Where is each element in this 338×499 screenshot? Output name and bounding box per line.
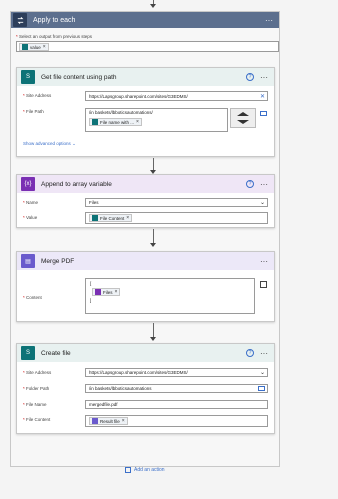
folder-path-field[interactable]: /in baskets/lbboticsautomations xyxy=(85,384,268,393)
content-field[interactable]: [ Files × ] xyxy=(85,278,255,314)
name-select[interactable]: Files ⌄ xyxy=(85,198,268,207)
container-title: Apply to each xyxy=(33,16,76,24)
top-connector-arrow xyxy=(149,0,157,8)
help-icon[interactable]: ? xyxy=(246,349,254,357)
select-output-label: * Select an output from previous steps xyxy=(16,34,93,39)
sharepoint-icon xyxy=(92,119,98,125)
connector-arrow xyxy=(149,229,157,247)
merge-pdf-icon xyxy=(92,418,98,424)
chevron-down-icon: ⌄ xyxy=(72,141,76,146)
remove-token-icon[interactable]: × xyxy=(122,418,125,424)
file-content-token[interactable]: File Content × xyxy=(89,214,133,222)
connector-arrow xyxy=(149,323,157,341)
variable-icon: {x} xyxy=(21,177,35,191)
variable-icon xyxy=(95,289,101,295)
loop-icon xyxy=(13,13,27,27)
value-field[interactable]: File Content × xyxy=(85,212,268,224)
site-address-label: * Site Address xyxy=(23,370,52,375)
remove-token-icon[interactable]: × xyxy=(43,44,46,50)
sharepoint-icon xyxy=(22,44,28,50)
show-advanced-options-link[interactable]: Show advanced options ⌄ xyxy=(23,141,76,147)
folder-icon[interactable] xyxy=(260,111,267,116)
more-options-icon[interactable]: ··· xyxy=(260,73,268,82)
help-icon[interactable]: ? xyxy=(246,180,254,188)
value-token[interactable]: value × xyxy=(19,43,49,51)
file-path-field[interactable]: /in baskets/lbboticsautomations/ File na… xyxy=(85,108,228,132)
merge-pdf-icon: ▤ xyxy=(21,254,35,268)
remove-token-icon[interactable]: × xyxy=(126,215,129,221)
add-action-icon xyxy=(125,467,131,473)
card-title: Get file content using path xyxy=(41,73,117,81)
remove-token-icon[interactable]: × xyxy=(115,289,118,295)
file-content-field[interactable]: Result file × xyxy=(85,415,268,427)
chevron-down-icon[interactable]: ⌄ xyxy=(260,369,265,376)
result-file-token[interactable]: Result file × xyxy=(89,417,128,425)
name-label: * Name xyxy=(23,200,39,205)
folder-path-label: * Folder Path xyxy=(23,386,50,391)
more-options-icon[interactable]: ··· xyxy=(260,180,268,189)
file-name-label: * File Name xyxy=(23,402,47,407)
folder-icon[interactable] xyxy=(258,386,265,391)
value-label: * Value xyxy=(23,215,38,220)
site-address-field[interactable]: https://Lapsgroup.sharepoint.com/sites/G… xyxy=(85,368,268,377)
sharepoint-icon: S xyxy=(21,346,35,360)
get-file-content-card: S Get file content using path ? ··· * Si… xyxy=(16,67,275,157)
sharepoint-icon: S xyxy=(21,70,35,84)
merge-pdf-card: ▤ Merge PDF ··· * Content [ Files × ] xyxy=(16,251,275,322)
append-to-array-card: {x} Append to array variable ? ··· * Nam… xyxy=(16,174,275,228)
file-name-token[interactable]: File name with ... × xyxy=(89,118,142,126)
help-icon[interactable]: ? xyxy=(246,73,254,81)
clear-icon[interactable]: ✕ xyxy=(260,93,265,100)
select-output-field[interactable]: value × xyxy=(16,41,279,52)
more-options-icon[interactable]: ··· xyxy=(260,257,268,266)
sharepoint-icon xyxy=(92,215,98,221)
file-content-label: * File Content xyxy=(23,417,51,422)
file-name-field[interactable]: mergedfile.pdf xyxy=(85,400,268,409)
path-scroll-control[interactable] xyxy=(230,108,256,128)
remove-token-icon[interactable]: × xyxy=(136,119,139,125)
content-label: * Content xyxy=(23,295,42,300)
create-file-card: S Create file ? ··· * Site Address https… xyxy=(16,343,275,434)
connector-arrow xyxy=(149,158,157,174)
more-options-icon[interactable]: ··· xyxy=(265,16,273,25)
files-token[interactable]: Files × xyxy=(92,288,121,296)
card-title: Append to array variable xyxy=(41,180,112,188)
site-address-label: * Site Address xyxy=(23,93,52,98)
add-an-action-button[interactable]: Add an action xyxy=(125,467,165,473)
card-title: Create file xyxy=(41,349,71,357)
chevron-down-icon[interactable]: ⌄ xyxy=(260,199,265,206)
copy-icon[interactable] xyxy=(260,281,267,288)
more-options-icon[interactable]: ··· xyxy=(260,349,268,358)
card-title: Merge PDF xyxy=(41,257,75,265)
apply-to-each-header[interactable]: Apply to each ··· xyxy=(11,12,279,28)
site-address-field[interactable]: https://Lapsgroup.sharepoint.com/sites/G… xyxy=(85,91,268,101)
file-path-label: * File Path xyxy=(23,109,44,114)
